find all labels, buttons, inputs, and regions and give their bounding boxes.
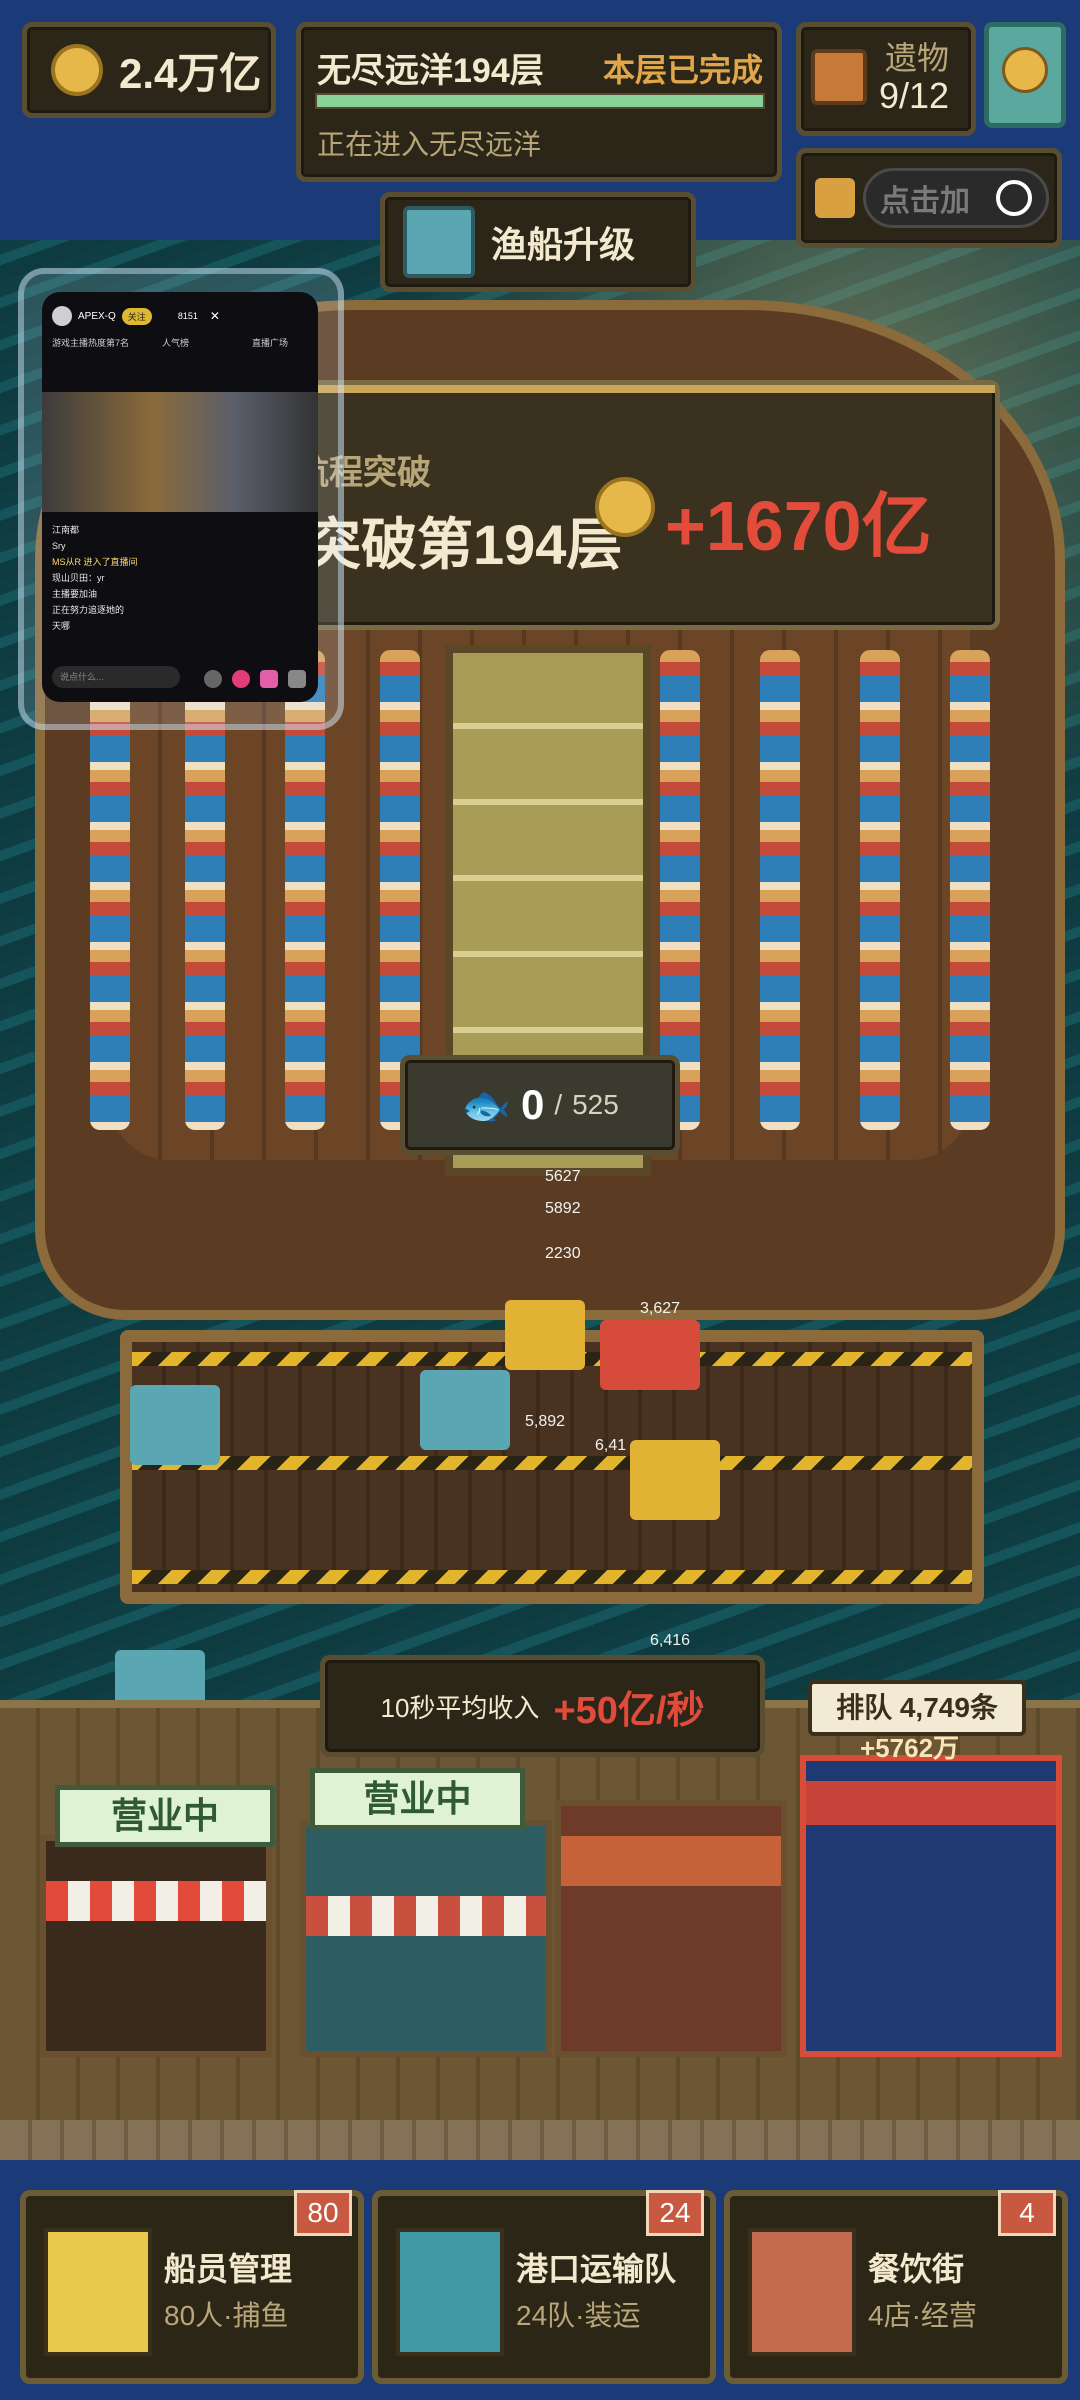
compass-button[interactable] <box>984 22 1066 128</box>
comment: 主播要加油 <box>52 589 98 599</box>
heart-icon[interactable] <box>232 670 250 688</box>
stream-video[interactable] <box>42 392 318 512</box>
float-number: 6,41 <box>595 1437 627 1454</box>
viewer-count: 8151 <box>177 311 198 321</box>
queue-bonus: +5762万 <box>860 1733 960 1763</box>
fish-counter: 🐟 0 / 525 <box>400 1055 680 1155</box>
fish-count-sep: / <box>554 1089 563 1120</box>
delivery-truck <box>420 1370 510 1450</box>
relics-label: 遗物 <box>885 40 950 76</box>
coin-icon <box>51 44 103 96</box>
breakthrough-banner: 航程突破 突破第194层 +1670亿 <box>250 380 1000 630</box>
comment: 江南都 <box>52 525 80 535</box>
record-icon[interactable] <box>996 180 1032 216</box>
nav-crew-card[interactable]: 船员管理 80人·捕鱼 80 <box>20 2190 364 2384</box>
float-number: 5892 <box>545 1200 581 1217</box>
nav-detail: 4店·经营 <box>868 2300 977 2331</box>
crew-column <box>860 650 900 1130</box>
nav-detail: 80人·捕鱼 <box>164 2300 289 2331</box>
currency-amount: 2.4万亿 <box>119 49 262 97</box>
shop-4[interactable] <box>800 1755 1062 2057</box>
delivery-truck <box>130 1385 220 1465</box>
currency-panel: 2.4万亿 <box>22 22 276 118</box>
comment: 正在努力追逐她的 <box>52 605 125 615</box>
compass-icon <box>1002 47 1048 93</box>
level-progress-bar <box>315 93 765 109</box>
restaurant-icon <box>748 2228 856 2356</box>
shop-3[interactable] <box>555 1800 787 2057</box>
relics-panel[interactable]: 遗物 9/12 <box>796 22 976 136</box>
shop-status-sign: 营业中 <box>55 1785 275 1847</box>
loading-dock <box>120 1330 984 1604</box>
delivery-truck <box>630 1440 720 1520</box>
breakthrough-reward: +1670亿 <box>665 487 932 565</box>
delivery-truck <box>600 1320 700 1390</box>
level-subtitle: 正在进入无尽远洋 <box>317 129 542 160</box>
comment-list: 江南都 Sry MS从R 进入了直播间 现山贝田：yr 主播要加油 正在努力追逐… <box>52 522 302 634</box>
crew-column <box>950 650 990 1130</box>
nav-badge: 80 <box>294 2190 352 2236</box>
upgrade-boat-label: 渔船升级 <box>491 224 636 265</box>
level-panel: 无尽远洋194层 本层已完成 正在进入无尽远洋 <box>296 22 782 182</box>
nav-detail: 24队·装运 <box>516 2300 641 2331</box>
treasure-chest-icon <box>811 49 867 105</box>
live-stream-overlay[interactable]: APEX-Q 关注 8151 ✕ 游戏主播热度第7名 人气榜 直播广场 江南都 … <box>18 268 344 730</box>
level-title: 无尽远洋194层 <box>317 52 544 90</box>
nav-badge: 24 <box>646 2190 704 2236</box>
comment-input[interactable]: 说点什么... <box>52 666 180 688</box>
lightning-icon <box>815 178 855 218</box>
comment: Sry <box>52 541 66 551</box>
nav-transport-card[interactable]: 港口运输队 24队·装运 24 <box>372 2190 716 2384</box>
fish-icon: 🐟 <box>461 1083 511 1128</box>
upgrade-boat-button[interactable]: 渔船升级 <box>380 192 696 292</box>
relics-count: 9/12 <box>879 75 950 116</box>
crew-column <box>760 650 800 1130</box>
share-icon[interactable] <box>288 670 306 688</box>
shop-2[interactable] <box>300 1820 552 2057</box>
shop-1[interactable] <box>40 1835 272 2057</box>
income-label: 10秒平均收入 <box>380 1692 540 1723</box>
comment: 现山贝田：yr <box>52 573 105 583</box>
mini-action-text: 点击加 <box>880 185 970 218</box>
float-number: 5627 <box>545 1168 581 1185</box>
level-status: 本层已完成 <box>602 52 763 88</box>
overlay-tag1: 游戏主播热度第7名 <box>52 338 130 348</box>
coin-icon <box>595 477 655 537</box>
comment: MS从R 进入了直播间 <box>52 557 138 567</box>
income-panel: 10秒平均收入 +50亿/秒 <box>320 1655 765 1757</box>
nav-food-card[interactable]: 餐饮街 4店·经营 4 <box>724 2190 1068 2384</box>
float-number: 3,627 <box>640 1300 681 1317</box>
nav-title: 船员管理 <box>164 2251 293 2287</box>
close-icon[interactable]: ✕ <box>210 309 220 323</box>
crew-portrait-icon <box>44 2228 152 2356</box>
comment: 天哪 <box>52 621 71 631</box>
streamer-name: APEX-Q <box>78 310 116 322</box>
delivery-truck <box>505 1300 585 1370</box>
boat-icon <box>403 206 475 278</box>
overlay-tag2: 人气榜 <box>162 338 190 348</box>
float-number: 6,416 <box>650 1632 691 1649</box>
street-edge <box>0 2120 1080 2160</box>
shop-status-sign: 营业中 <box>310 1768 525 1830</box>
mini-action-panel[interactable]: 点击加 <box>796 148 1062 248</box>
nav-title: 餐饮街 <box>868 2251 965 2287</box>
breakthrough-subtitle: 突破第194层 <box>305 513 623 576</box>
transport-icon <box>396 2228 504 2356</box>
float-number: 2230 <box>545 1245 581 1262</box>
income-value: +50亿/秒 <box>553 1689 705 1732</box>
float-number: 5,892 <box>525 1413 566 1430</box>
overlay-side-label: 直播广场 <box>252 338 289 348</box>
fish-count-current: 0 <box>520 1081 545 1128</box>
nav-badge: 4 <box>998 2190 1056 2236</box>
gift-icon[interactable] <box>260 670 278 688</box>
fish-count-target: 525 <box>572 1089 619 1120</box>
emoji-icon[interactable] <box>204 670 222 688</box>
nav-title: 港口运输队 <box>516 2251 677 2287</box>
streamer-avatar <box>52 306 72 326</box>
follow-button[interactable]: 关注 <box>121 307 152 325</box>
